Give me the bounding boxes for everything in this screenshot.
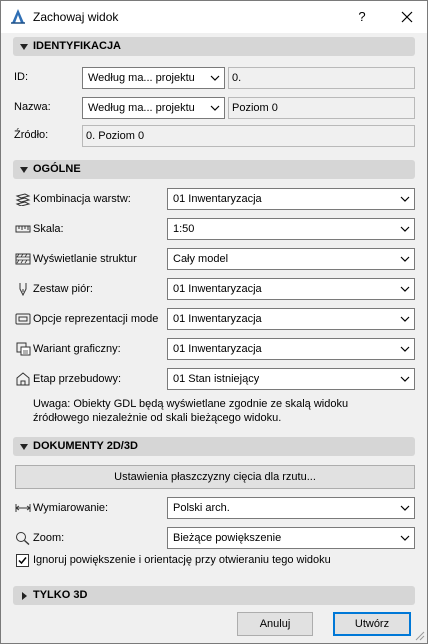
- model-display-select[interactable]: 01 Inwentaryzacja: [167, 308, 415, 330]
- graphic-override-value: 01 Inwentaryzacja: [173, 343, 262, 355]
- id-value: 0.: [232, 72, 242, 84]
- pen-icon: [19, 283, 27, 296]
- row-label: Kombinacja warstw:: [33, 193, 131, 205]
- structure-icon: [15, 253, 31, 265]
- section-identyfikacja-header[interactable]: IDENTYFIKACJA: [13, 37, 415, 56]
- nazwa-value: Poziom 0: [232, 102, 278, 114]
- structure-display-value: Cały model: [173, 253, 229, 265]
- row-label: Zestaw piór:: [33, 283, 93, 295]
- zoom-select[interactable]: Bieżące powiększenie: [167, 527, 415, 549]
- chevron-down-icon: [400, 286, 410, 292]
- collapse-triangle-icon: [20, 167, 28, 173]
- renovation-icon: [16, 372, 30, 386]
- gdl-scale-note: Uwaga: Obiekty GDL będą wyświetlane zgod…: [33, 398, 349, 424]
- chevron-down-icon: [210, 75, 220, 81]
- scale-select[interactable]: 1:50: [167, 218, 415, 240]
- help-button[interactable]: ?: [347, 1, 377, 33]
- chevron-down-icon: [400, 505, 410, 511]
- section-ogolne-title: OGÓLNE: [33, 163, 81, 175]
- section-dokumenty-title: DOKUMENTY 2D/3D: [33, 440, 138, 452]
- archicad-app-icon: [11, 9, 25, 24]
- id-source-select[interactable]: Według ma... projektu: [82, 67, 225, 89]
- pen-set-value: 01 Inwentaryzacja: [173, 283, 262, 295]
- layer-combination-value: 01 Inwentaryzacja: [173, 193, 262, 205]
- chevron-down-icon: [400, 226, 410, 232]
- chevron-down-icon: [400, 346, 410, 352]
- layer-combination-select[interactable]: 01 Inwentaryzacja: [167, 188, 415, 210]
- scale-value: 1:50: [173, 223, 195, 235]
- id-field[interactable]: 0.: [228, 67, 415, 89]
- ignore-zoom-checkbox[interactable]: [16, 554, 29, 567]
- row-label: Etap przebudowy:: [33, 373, 122, 385]
- graphic-override-icon: [16, 342, 31, 356]
- collapse-triangle-icon: [20, 44, 28, 50]
- zrodlo-value: 0. Poziom 0: [86, 130, 145, 142]
- chevron-down-icon: [400, 316, 410, 322]
- close-icon[interactable]: [389, 1, 425, 33]
- wymiarowanie-label: Wymiarowanie:: [33, 502, 109, 514]
- nazwa-source-value: Według ma... projektu: [88, 102, 195, 114]
- zoom-icon: [16, 532, 30, 545]
- renovation-filter-value: 01 Stan istniejący: [173, 373, 260, 385]
- id-source-value: Według ma... projektu: [88, 72, 195, 84]
- model-display-value: 01 Inwentaryzacja: [173, 313, 262, 325]
- nazwa-label: Nazwa:: [14, 101, 51, 113]
- dimensioning-select[interactable]: Polski arch.: [167, 497, 415, 519]
- zrodlo-label: Źródło:: [14, 129, 49, 141]
- cut-plane-settings-button[interactable]: Ustawienia płaszczyzny cięcia dla rzutu.…: [15, 465, 415, 489]
- graphic-override-select[interactable]: 01 Inwentaryzacja: [167, 338, 415, 360]
- section-tylko3d-title: TYLKO 3D: [33, 589, 88, 601]
- ruler-icon: [15, 225, 31, 233]
- chevron-down-icon: [400, 196, 410, 202]
- section-ogolne-header[interactable]: OGÓLNE: [13, 160, 415, 179]
- chevron-down-icon: [210, 105, 220, 111]
- model-display-icon: [15, 313, 31, 325]
- zoom-label: Zoom:: [33, 532, 65, 544]
- dimensioning-value: Polski arch.: [173, 502, 230, 514]
- section-identyfikacja-title: IDENTYFIKACJA: [33, 40, 122, 52]
- row-label: Skala:: [33, 223, 64, 235]
- dialog-window: Zachowaj widok ? IDENTYFIKACJA ID: Wedłu…: [0, 0, 428, 644]
- nazwa-source-select[interactable]: Według ma... projektu: [82, 97, 225, 119]
- structure-display-select[interactable]: Cały model: [167, 248, 415, 270]
- ignore-zoom-label[interactable]: Ignoruj powiększenie i orientację przy o…: [33, 554, 331, 566]
- renovation-filter-select[interactable]: 01 Stan istniejący: [167, 368, 415, 390]
- pen-set-select[interactable]: 01 Inwentaryzacja: [167, 278, 415, 300]
- expand-triangle-icon: [22, 592, 27, 600]
- section-dokumenty-header[interactable]: DOKUMENTY 2D/3D: [13, 437, 415, 456]
- row-label: Wariant graficzny:: [33, 343, 121, 355]
- id-label: ID:: [14, 71, 29, 83]
- collapse-triangle-icon: [20, 444, 28, 450]
- section-tylko3d-header[interactable]: TYLKO 3D: [13, 586, 415, 605]
- row-label: Opcje reprezentacji mode: [33, 313, 159, 325]
- title-bar: Zachowaj widok ?: [1, 1, 427, 33]
- cancel-button[interactable]: Anuluj: [237, 612, 313, 636]
- window-title: Zachowaj widok: [33, 10, 119, 24]
- zrodlo-field: 0. Poziom 0: [82, 125, 415, 147]
- chevron-down-icon: [400, 535, 410, 541]
- row-label: Wyświetlanie struktur: [33, 253, 137, 265]
- chevron-down-icon: [400, 376, 410, 382]
- dimension-icon: [15, 504, 31, 512]
- create-button[interactable]: Utwórz: [333, 612, 411, 636]
- zoom-value: Bieżące powiększenie: [173, 532, 282, 544]
- layers-icon: [15, 193, 31, 206]
- resize-grip-icon[interactable]: [413, 629, 425, 641]
- checkmark-icon: [18, 557, 27, 565]
- chevron-down-icon: [400, 256, 410, 262]
- nazwa-field[interactable]: Poziom 0: [228, 97, 415, 119]
